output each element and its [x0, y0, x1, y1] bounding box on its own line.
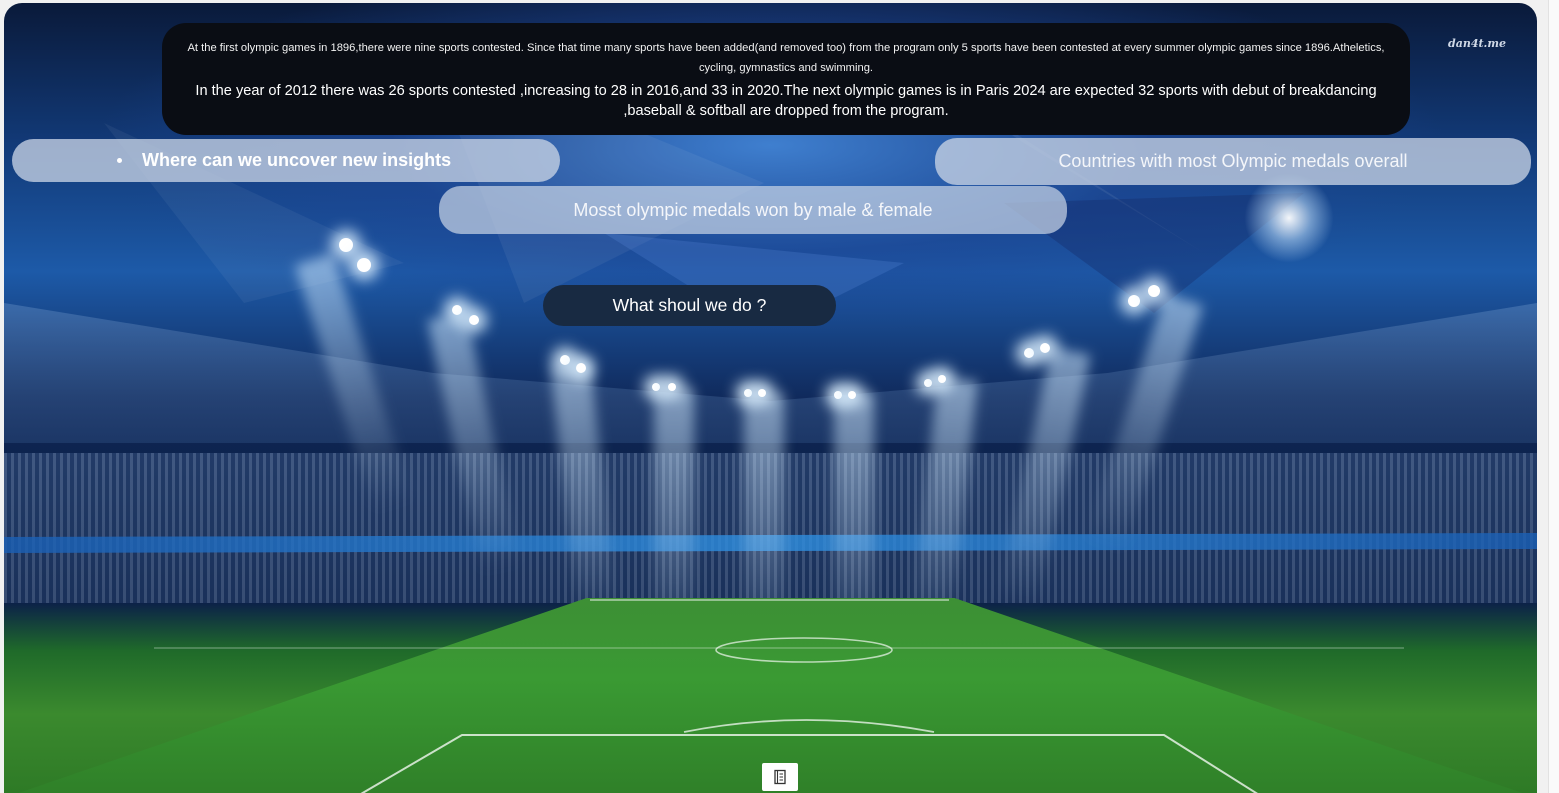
floodlight [357, 258, 371, 272]
floodlight [560, 355, 570, 365]
floodlight [576, 363, 586, 373]
floodlight [744, 389, 752, 397]
floodlight [652, 383, 660, 391]
floodlight [668, 383, 676, 391]
floodlight [1128, 295, 1140, 307]
insights-button[interactable]: Where can we uncover new insights [12, 139, 560, 182]
floodlight [1148, 285, 1160, 297]
watermark: dan4t.me [1448, 37, 1507, 50]
vertical-scrollbar[interactable] [1548, 0, 1559, 793]
floodlight [848, 391, 856, 399]
floodlight [452, 305, 462, 315]
what-should-we-do-button[interactable]: What shoul we do ? [543, 285, 836, 326]
book-icon [774, 769, 786, 785]
floodlight [469, 315, 479, 325]
floodlight [924, 379, 932, 387]
floodlight [1024, 348, 1034, 358]
floodlight [834, 391, 842, 399]
light-flare [1244, 173, 1334, 263]
medals-gender-button[interactable]: Mosst olympic medals won by male & femal… [439, 186, 1067, 234]
dot-icon [117, 158, 122, 163]
floodlight [339, 238, 353, 252]
floodlight [938, 375, 946, 383]
page-navigation-button[interactable] [762, 763, 798, 791]
info-text-sports-count: In the year of 2012 there was 26 sports … [195, 83, 1377, 119]
countries-medals-button[interactable]: Countries with most Olympic medals overa… [935, 138, 1531, 185]
olympics-info-panel: At the first olympic games in 1896,there… [162, 23, 1410, 135]
floodlight [758, 389, 766, 397]
floodlight [1040, 343, 1050, 353]
info-text-intro: At the first olympic games in 1896,there… [187, 42, 1385, 74]
